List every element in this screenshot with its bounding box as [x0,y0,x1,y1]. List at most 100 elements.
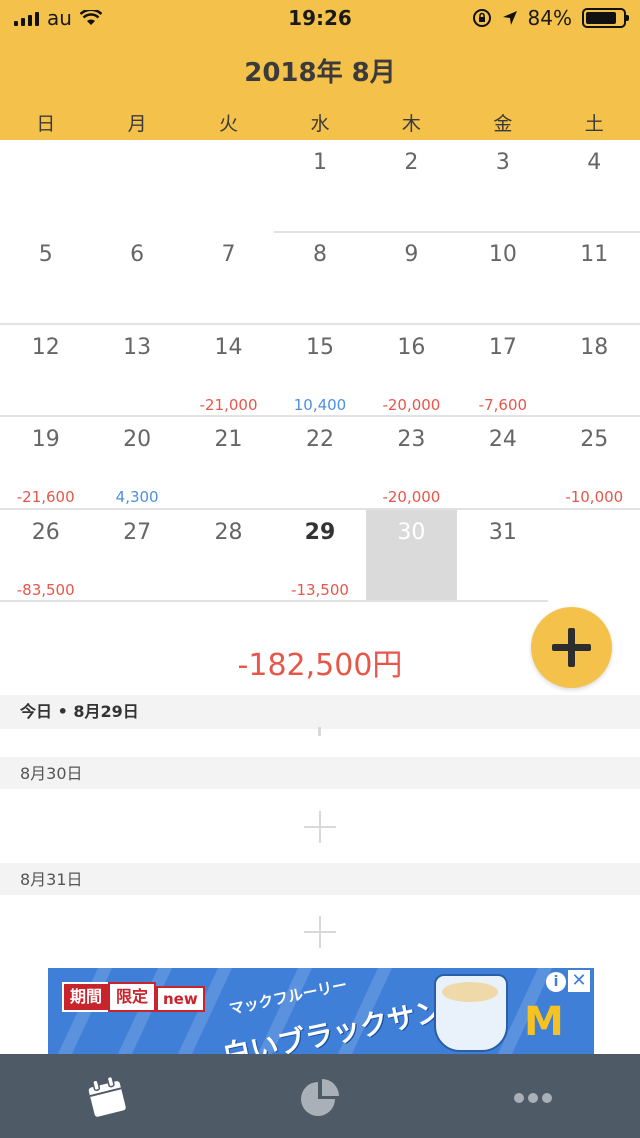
location-arrow-icon [502,11,517,25]
ad-tag: 期間 [62,982,111,1012]
ad-banner[interactable]: 期間 限定 new マックフルーリー 白いブラックサンダー M i ✕ [48,968,594,1054]
day-number: 31 [488,519,517,545]
day-number: 9 [404,242,419,268]
calendar-day-13[interactable]: 13 [91,325,182,417]
day-number: 19 [31,427,60,453]
day-number: 21 [214,427,243,453]
ad-close-icon[interactable]: ✕ [568,970,590,992]
calendar-day-29[interactable]: 29 -13,500 [274,510,365,602]
calendar-day-2[interactable]: 2 [366,140,457,232]
day-amount: 10,400 [293,395,347,414]
header-bar: au 19:26 84% 2018年 8月 日 月 火 水 木 金 土 [0,0,640,140]
calendar-day-8[interactable]: 8 [274,232,365,324]
more-icon [513,1093,552,1103]
add-entry-button[interactable] [531,607,612,688]
day-number: 18 [580,334,609,360]
day-amount: -20,000 [382,395,441,414]
day-number: 1 [312,150,327,175]
calendar-day-30[interactable]: 30 [365,509,458,602]
calendar-day-18[interactable]: 18 [549,325,640,417]
tab-report[interactable] [213,1054,426,1138]
section-header-day: 8月31日 [0,863,640,895]
weekday-label: 土 [584,113,604,135]
calendar-icon [88,1076,126,1117]
day-amount: -21,000 [199,395,258,414]
day-number: 7 [221,242,236,268]
today-label: 今日 • 8月29日 [20,702,139,721]
day-number: 12 [31,334,60,360]
day-amount: -10,000 [565,488,624,507]
ad-info-icon[interactable]: i [546,972,566,992]
day-label: 8月30日 [20,764,83,783]
day-number: 20 [123,427,152,453]
day-number: 28 [214,519,243,545]
tab-more[interactable] [426,1054,639,1138]
calendar-day-11[interactable]: 11 [549,232,640,324]
grid-divider [0,600,548,602]
grid-divider [0,323,640,325]
weekday-header: 日月火水木金土 [0,108,640,140]
day-number: 8 [312,242,327,268]
calendar-day-25[interactable]: 25 -10,000 [549,417,640,509]
calendar-day-24[interactable]: 24 [457,417,548,509]
weekday-label: 金 [493,113,513,135]
grid-divider [0,415,640,417]
weekday-label: 木 [401,113,421,135]
day-number: 30 [397,519,426,545]
calendar-day-31[interactable]: 31 [457,510,548,602]
day-number: 26 [31,519,60,545]
brand-logo: M [524,999,564,1045]
day-number: 4 [587,150,602,175]
calendar-day-26[interactable]: 26 -83,500 [0,510,91,602]
calendar-day-3[interactable]: 3 [457,140,548,232]
calendar-day-15[interactable]: 15 10,400 [274,325,365,417]
calendar-day-5[interactable]: 5 [0,232,91,324]
list-item [0,789,640,863]
calendar-day-6[interactable]: 6 [91,232,182,324]
day-number: 6 [130,242,145,268]
orientation-lock-icon [472,9,491,27]
day-number: 16 [397,334,426,360]
day-number: 10 [488,242,517,268]
weekday-label: 火 [219,113,239,135]
tab-calendar[interactable] [0,1054,213,1138]
ad-new-badge: new [156,986,205,1012]
calendar-day-4[interactable]: 4 [549,140,640,232]
calendar-day-19[interactable]: 19 -21,600 [0,417,91,509]
ad-tag: 限定 [108,982,157,1012]
calendar-day-9[interactable]: 9 [366,232,457,324]
product-image [434,974,508,1052]
calendar-day-7[interactable]: 7 [183,232,274,324]
calendar-day-12[interactable]: 12 [0,325,91,417]
list-divider [318,727,321,736]
day-number: 2 [404,150,419,175]
month-title[interactable]: 2018年 8月 [0,52,640,89]
tab-bar [0,1054,640,1138]
battery-percent: 84% [527,6,572,30]
calendar-day-28[interactable]: 28 [183,510,274,602]
day-number: 15 [305,334,334,360]
calendar-day-1[interactable]: 1 [274,140,365,232]
calendar-day-14[interactable]: 14 -21,000 [183,325,274,417]
section-header-day: 8月30日 [0,757,640,789]
calendar-day-20[interactable]: 20 4,300 [91,417,182,509]
day-number: 22 [305,427,334,453]
day-amount: 4,300 [115,488,159,507]
day-number: 24 [488,427,517,453]
calendar-day-22[interactable]: 22 [274,417,365,509]
calendar-day-10[interactable]: 10 [457,232,548,324]
add-day-entry-button[interactable] [304,916,336,948]
calendar-day-17[interactable]: 17 -7,600 [457,325,548,417]
calendar-day-21[interactable]: 21 [183,417,274,509]
add-day-entry-button[interactable] [304,811,336,843]
day-number: 27 [123,519,152,545]
calendar-day-23[interactable]: 23 -20,000 [366,417,457,509]
grid-divider [274,231,640,233]
day-number: 29 [304,519,336,545]
weekday-label: 日 [36,113,56,135]
calendar-day-27[interactable]: 27 [91,510,182,602]
day-amount: -7,600 [478,395,528,414]
battery-icon [582,8,629,28]
calendar-day-16[interactable]: 16 -20,000 [366,325,457,417]
day-number: 17 [488,334,517,360]
